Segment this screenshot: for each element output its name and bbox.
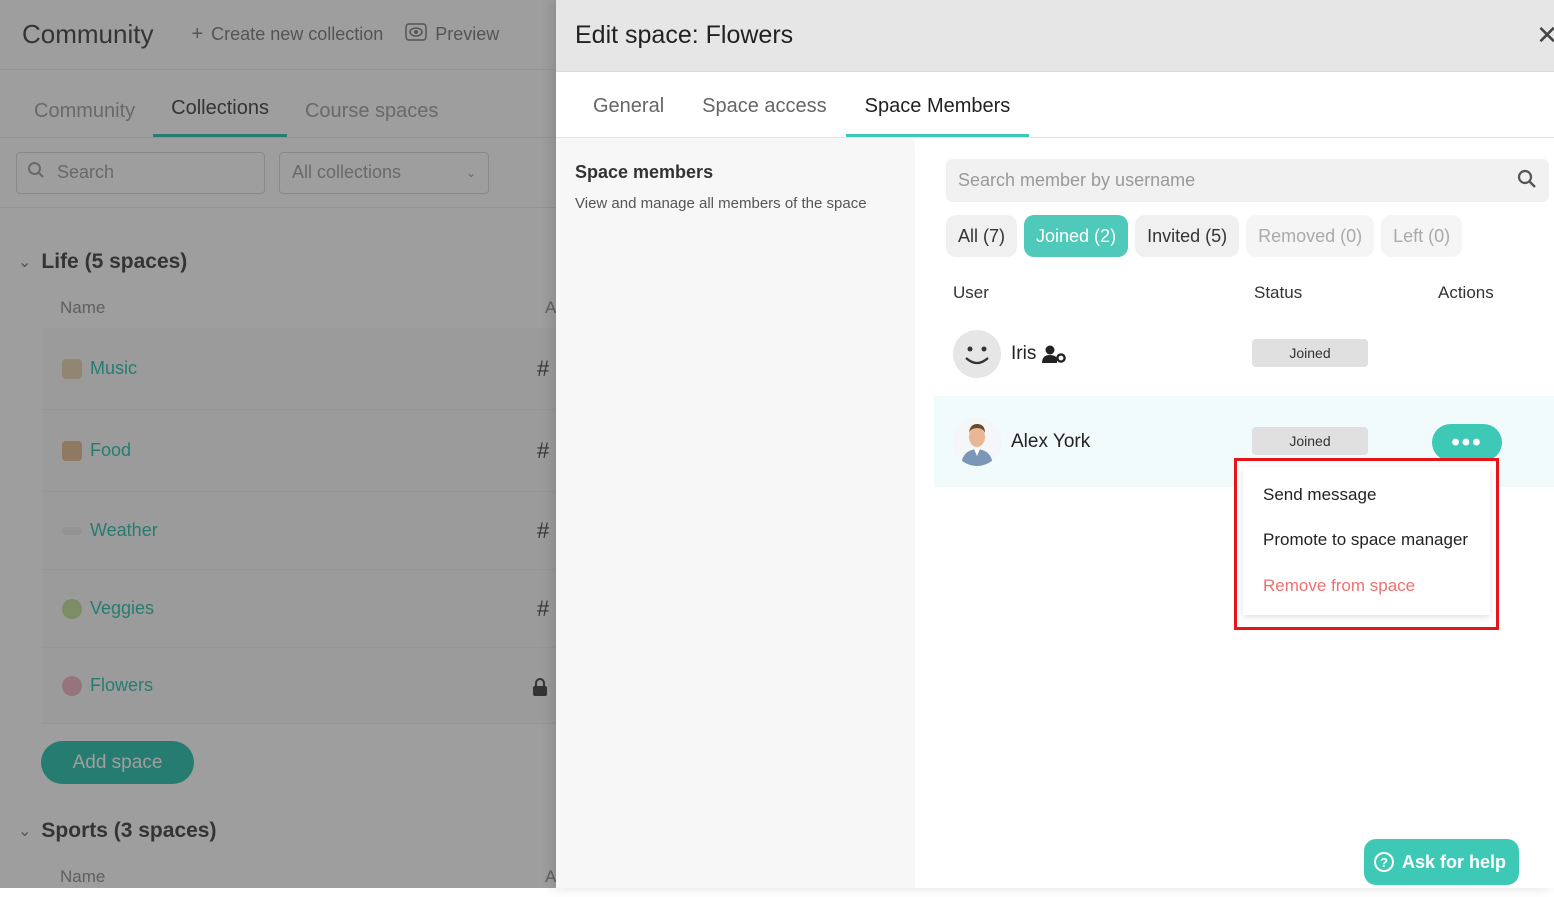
more-actions-button[interactable]: ••• <box>1432 424 1502 461</box>
section-heading: Space members <box>575 162 714 182</box>
member-search-placeholder: Search member by username <box>958 170 1196 190</box>
section-description: View and manage all members of the space <box>575 195 867 212</box>
column-user: User <box>953 283 989 302</box>
member-status-filters: All (7) Joined (2) Invited (5) Removed (… <box>946 215 1469 257</box>
avatar <box>953 418 1001 466</box>
member-row-iris[interactable]: Iris Joined <box>934 308 1554 399</box>
filter-joined[interactable]: Joined (2) <box>1024 215 1129 257</box>
filter-removed[interactable]: Removed (0) <box>1246 215 1375 257</box>
filter-invited[interactable]: Invited (5) <box>1135 215 1240 257</box>
edit-space-drawer: Edit space: Flowers ✕ General Space acce… <box>556 0 1554 888</box>
status-badge: Joined <box>1252 427 1368 455</box>
members-table-header: User Status Actions <box>934 280 1554 310</box>
member-actions-menu: Send message Promote to space manager Re… <box>1234 458 1499 630</box>
member-name: Alex York <box>1011 431 1091 452</box>
member-search-input[interactable]: Search member by username <box>946 159 1549 202</box>
drawer-title: Edit space: Flowers <box>575 21 794 49</box>
filter-left[interactable]: Left (0) <box>1381 215 1463 257</box>
drawer-tabs: General Space access Space Members <box>556 72 1554 138</box>
column-status: Status <box>1254 283 1303 302</box>
member-name: Iris <box>1011 343 1037 364</box>
filter-all[interactable]: All (7) <box>946 215 1018 257</box>
search-icon[interactable] <box>1517 169 1537 195</box>
user-gear-icon <box>1042 344 1066 369</box>
help-label: Ask for help <box>1402 851 1507 872</box>
tab-space-members[interactable]: Space Members <box>845 95 1030 137</box>
menu-item-promote-manager[interactable]: Promote to space manager <box>1263 530 1468 550</box>
menu-panel: Send message Promote to space manager Re… <box>1243 467 1490 615</box>
section-info: Space members View and manage all member… <box>556 138 915 888</box>
tab-general[interactable]: General <box>574 95 683 137</box>
status-badge: Joined <box>1252 339 1368 367</box>
menu-item-send-message[interactable]: Send message <box>1263 485 1376 505</box>
avatar <box>953 330 1001 378</box>
close-icon[interactable]: ✕ <box>1536 20 1554 51</box>
menu-item-remove-from-space[interactable]: Remove from space <box>1263 576 1415 596</box>
tab-space-access[interactable]: Space access <box>683 95 846 137</box>
modal-overlay[interactable] <box>0 0 556 888</box>
ask-for-help-button[interactable]: ? Ask for help <box>1364 839 1519 885</box>
drawer-header: Edit space: Flowers ✕ <box>556 0 1554 72</box>
help-icon: ? <box>1374 852 1394 872</box>
column-actions: Actions <box>1438 283 1494 302</box>
